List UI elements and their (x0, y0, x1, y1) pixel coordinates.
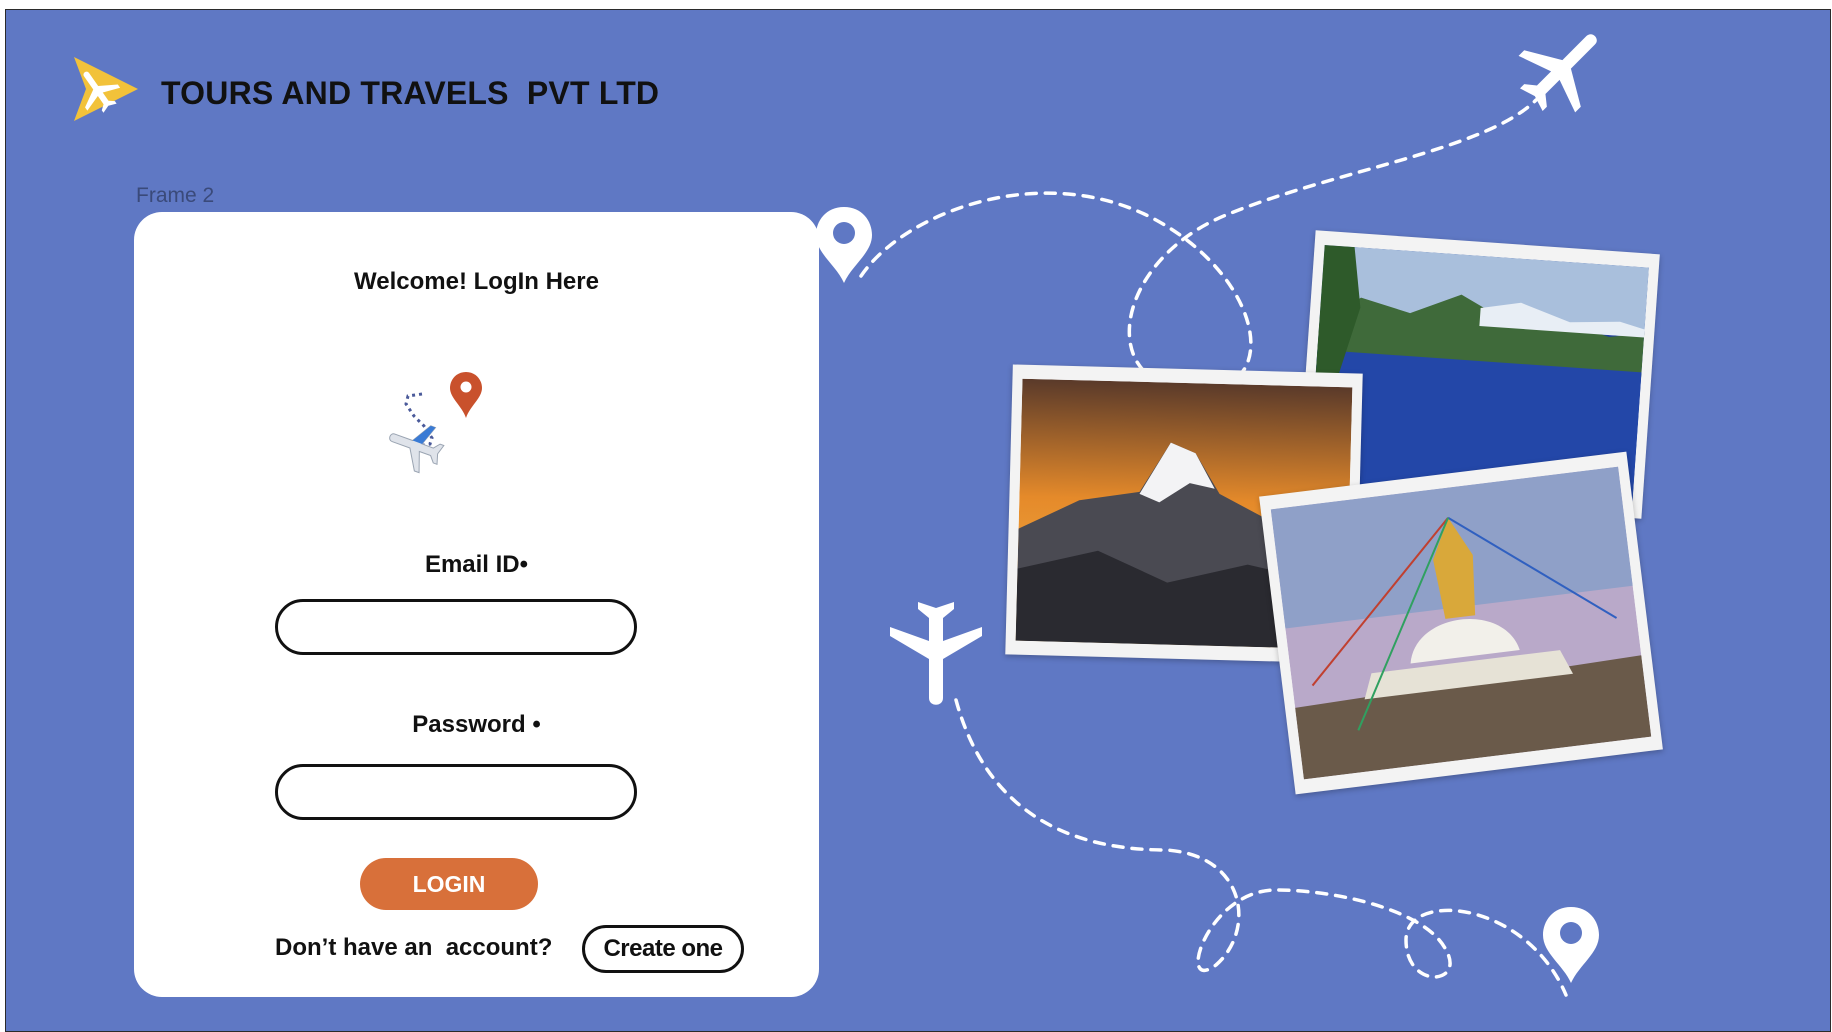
no-account-text: Don’t have an account? (275, 934, 553, 961)
frame-label: Frame 2 (136, 184, 215, 207)
email-label: Email ID• (424, 551, 529, 578)
airplane-icon (1518, 34, 1597, 113)
plane-route-pin-icon (389, 372, 482, 474)
brand-name: TOURS AND TRAVELS PVT LTD (161, 75, 660, 111)
stupa-photo (1259, 451, 1663, 795)
create-account-button[interactable]: Create one (582, 925, 744, 973)
email-input[interactable] (275, 599, 637, 655)
login-button[interactable]: LOGIN (360, 858, 538, 910)
airplane-icon (890, 602, 982, 705)
password-label: Password • (412, 711, 541, 738)
login-card: Welcome! LogIn Here Email ID• Password •… (134, 212, 819, 997)
plane-arrow-logo-icon (74, 57, 138, 121)
location-pin-icon (1543, 907, 1599, 983)
password-input[interactable] (275, 764, 637, 820)
app-canvas: TOURS AND TRAVELS PVT LTD Frame 2 Welcom… (5, 9, 1831, 1032)
login-title: Welcome! LogIn Here (354, 268, 599, 295)
location-pin-icon (816, 207, 872, 283)
